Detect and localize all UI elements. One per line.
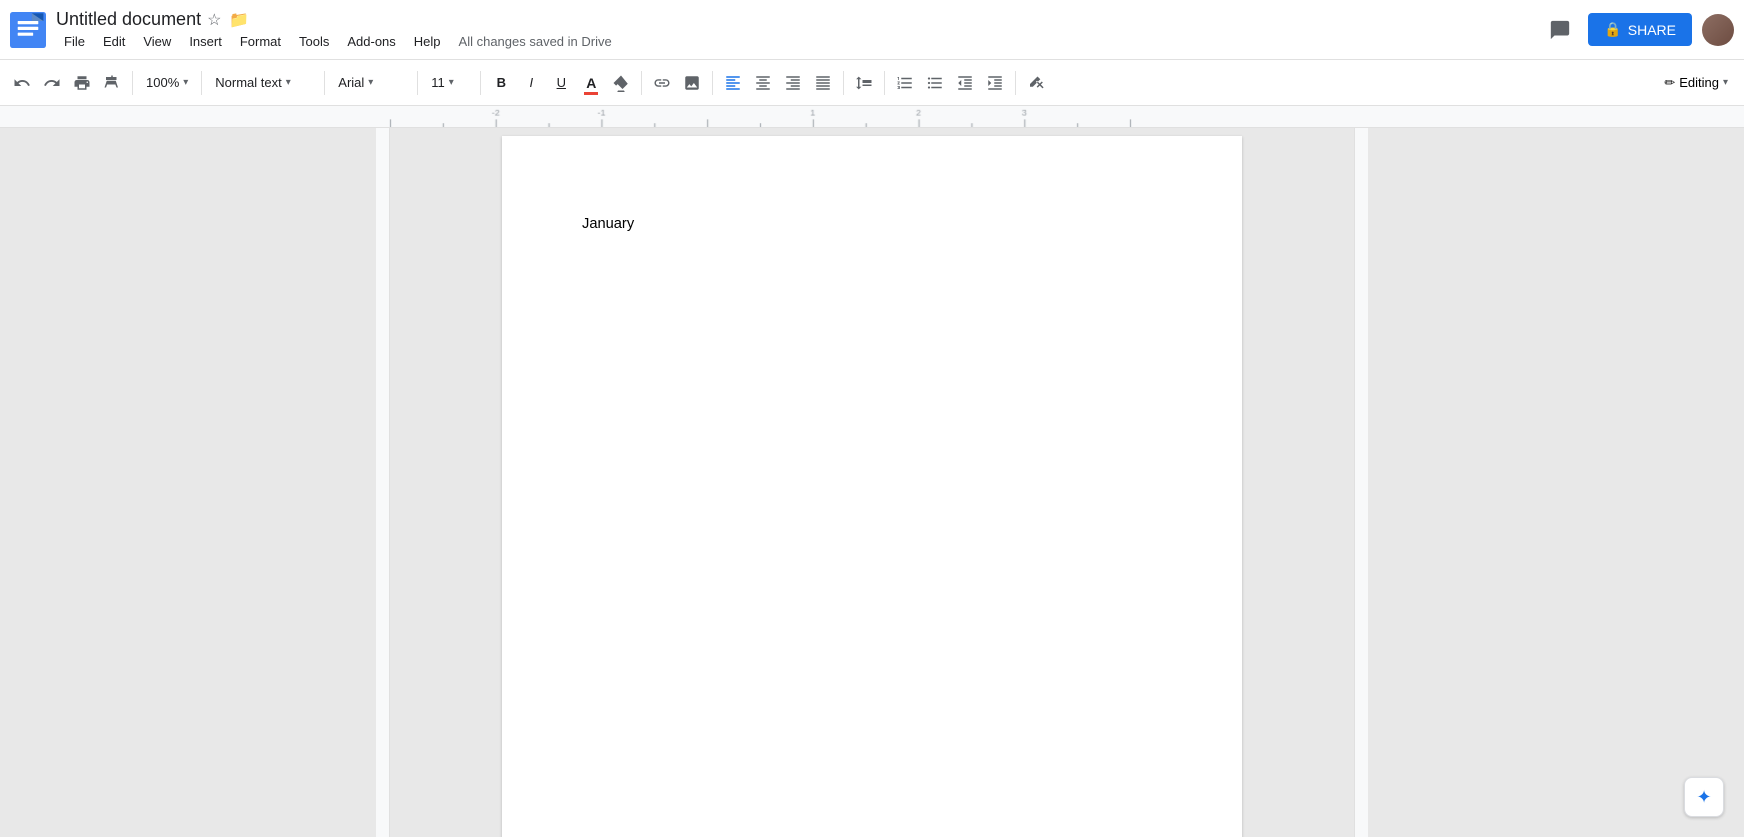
pencil-icon: ✏: [1664, 75, 1675, 91]
editing-mode-label: Editing: [1679, 75, 1719, 90]
align-center-button[interactable]: [749, 69, 777, 97]
underline-button[interactable]: U: [547, 69, 575, 97]
main-area: January: [0, 128, 1744, 837]
justify-button[interactable]: [809, 69, 837, 97]
docs-logo-icon: [10, 12, 46, 48]
clear-format-button[interactable]: [1022, 69, 1050, 97]
font-size-dropdown[interactable]: 11 ▾: [424, 69, 474, 97]
align-left-button[interactable]: [719, 69, 747, 97]
menu-addons[interactable]: Add-ons: [339, 32, 403, 51]
font-size-arrow-icon: ▾: [449, 77, 454, 88]
ruler-canvas: [0, 106, 1744, 127]
save-status: All changes saved in Drive: [459, 34, 612, 49]
menu-bar: File Edit View Insert Format Tools Add-o…: [56, 32, 1542, 51]
bold-button[interactable]: B: [487, 69, 515, 97]
zoom-value: 100%: [146, 75, 179, 90]
paint-format-button[interactable]: [98, 69, 126, 97]
text-color-button[interactable]: A: [577, 69, 605, 97]
ruler: [0, 106, 1744, 128]
share-label: SHARE: [1628, 22, 1676, 38]
decrease-indent-button[interactable]: [951, 69, 979, 97]
text-color-label: A: [586, 75, 596, 91]
assist-button[interactable]: ✦: [1684, 777, 1724, 817]
menu-file[interactable]: File: [56, 32, 93, 51]
separator-1: [132, 71, 133, 95]
page-content[interactable]: January: [582, 216, 1162, 232]
separator-10: [1015, 71, 1016, 95]
menu-edit[interactable]: Edit: [95, 32, 133, 51]
highlight-button[interactable]: [607, 69, 635, 97]
toolbar: 100% ▾ Normal text ▾ Arial ▾ 11 ▾ B I U …: [0, 60, 1744, 106]
menu-view[interactable]: View: [135, 32, 179, 51]
star-icon[interactable]: ☆: [207, 10, 225, 28]
zoom-dropdown[interactable]: 100% ▾: [139, 69, 195, 97]
doc-title-row: Untitled document ☆ 📁: [56, 9, 1542, 30]
share-button[interactable]: 🔒 SHARE: [1588, 13, 1692, 46]
undo-button[interactable]: [8, 69, 36, 97]
style-value: Normal text: [215, 75, 281, 90]
zoom-arrow-icon: ▾: [183, 77, 188, 88]
align-right-button[interactable]: [779, 69, 807, 97]
page-area[interactable]: January: [390, 128, 1354, 837]
folder-icon[interactable]: 📁: [229, 10, 247, 28]
assist-icon: ✦: [1696, 787, 1711, 808]
redo-button[interactable]: [38, 69, 66, 97]
link-button[interactable]: [648, 69, 676, 97]
separator-6: [641, 71, 642, 95]
numbered-list-button[interactable]: [891, 69, 919, 97]
document-page[interactable]: January: [502, 136, 1242, 837]
editing-mode-button[interactable]: ✏ Editing ▾: [1656, 71, 1736, 95]
increase-indent-button[interactable]: [981, 69, 1009, 97]
font-arrow-icon: ▾: [368, 77, 373, 88]
line-spacing-button[interactable]: [850, 69, 878, 97]
style-dropdown[interactable]: Normal text ▾: [208, 69, 318, 97]
vertical-ruler-left: [376, 128, 390, 837]
style-arrow-icon: ▾: [286, 77, 291, 88]
editing-mode-arrow-icon: ▾: [1723, 77, 1728, 88]
right-controls: 🔒 SHARE: [1542, 12, 1734, 48]
title-area: Untitled document ☆ 📁 File Edit View Ins…: [56, 9, 1542, 51]
separator-4: [417, 71, 418, 95]
right-margin: [1354, 128, 1744, 837]
vertical-ruler-right: [1354, 128, 1368, 837]
bulleted-list-button[interactable]: [921, 69, 949, 97]
font-value: Arial: [338, 75, 364, 90]
separator-2: [201, 71, 202, 95]
avatar[interactable]: [1702, 14, 1734, 46]
left-margin: [0, 128, 390, 837]
menu-insert[interactable]: Insert: [181, 32, 230, 51]
title-bar: Untitled document ☆ 📁 File Edit View Ins…: [0, 0, 1744, 60]
italic-button[interactable]: I: [517, 69, 545, 97]
separator-7: [712, 71, 713, 95]
font-size-value: 11: [431, 75, 445, 90]
print-button[interactable]: [68, 69, 96, 97]
separator-8: [843, 71, 844, 95]
font-dropdown[interactable]: Arial ▾: [331, 69, 411, 97]
lock-icon: 🔒: [1604, 21, 1621, 38]
separator-5: [480, 71, 481, 95]
text-color-swatch: [584, 92, 598, 95]
menu-tools[interactable]: Tools: [291, 32, 337, 51]
separator-3: [324, 71, 325, 95]
editing-mode-area: ✏ Editing ▾: [1656, 71, 1736, 95]
comment-icon[interactable]: [1542, 12, 1578, 48]
image-button[interactable]: [678, 69, 706, 97]
doc-title[interactable]: Untitled document: [56, 9, 201, 30]
title-icons: ☆ 📁: [207, 10, 247, 28]
separator-9: [884, 71, 885, 95]
menu-format[interactable]: Format: [232, 32, 289, 51]
menu-help[interactable]: Help: [406, 32, 449, 51]
document-text[interactable]: January: [582, 216, 1162, 232]
